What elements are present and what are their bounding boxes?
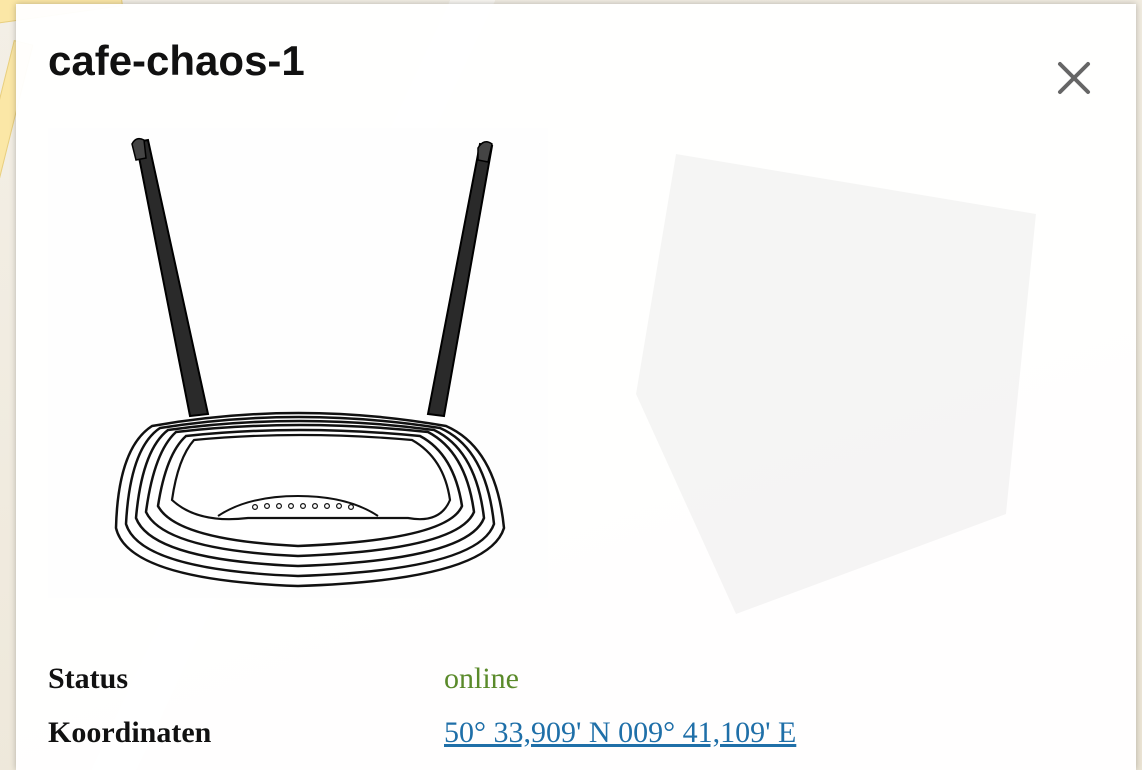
router-image [48, 128, 548, 598]
map-ghost-overlay [576, 94, 1136, 734]
status-value: online [444, 662, 519, 695]
coordinates-label: Koordinaten [48, 716, 212, 749]
coordinates-link[interactable]: 50° 33,909' N 009° 41,109' E [444, 716, 796, 750]
close-icon[interactable] [1054, 58, 1094, 98]
node-popup: cafe-chaos-1 Status online Koordinaten 5… [16, 4, 1136, 770]
status-label: Status [48, 662, 129, 695]
wifi-router-icon [114, 137, 506, 588]
node-title: cafe-chaos-1 [48, 37, 305, 84]
